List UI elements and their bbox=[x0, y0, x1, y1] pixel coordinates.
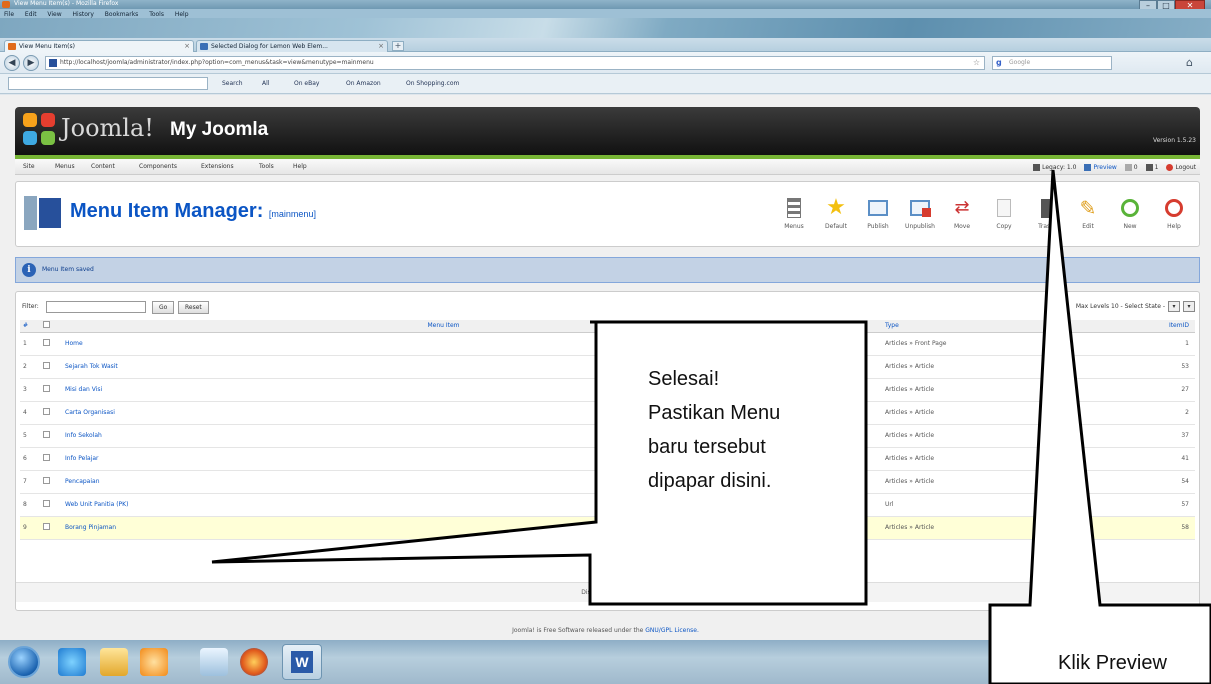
callout-overlays bbox=[211, 169, 1211, 684]
callout-preview-shape bbox=[988, 169, 1211, 684]
callout-preview-text: Klik Preview bbox=[1058, 652, 1167, 674]
callout-main-text: Selesai! Pastikan Menu baru tersebut dip… bbox=[648, 368, 781, 492]
